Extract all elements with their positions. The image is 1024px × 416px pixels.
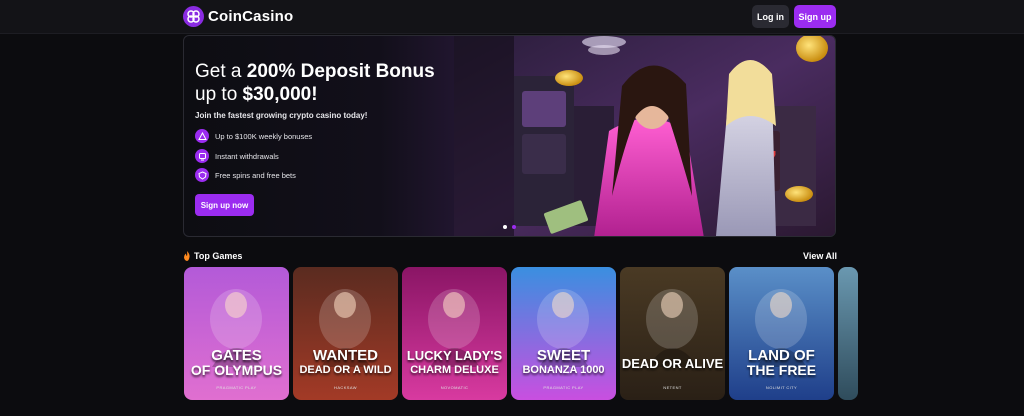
brand-logo[interactable]: CoinCasino (183, 6, 293, 27)
top-games-heading: Top Games (183, 251, 242, 261)
game-subtitle: BONANZA 1000 (522, 364, 605, 376)
game-card[interactable]: GATES OF OLYMPUS PRAGMATIC PLAY (184, 267, 289, 400)
game-provider: NETENT (663, 385, 682, 390)
feature-item: Free spins and free bets (195, 168, 296, 182)
withdraw-icon (195, 149, 209, 163)
game-provider: PRAGMATIC PLAY (216, 385, 257, 390)
shield-icon (195, 168, 209, 182)
carousel-indicators (503, 225, 516, 229)
hero-title-amount: $30,000! (242, 84, 318, 105)
game-subtitle: OF OLYMPUS (190, 362, 283, 378)
game-artwork (755, 289, 807, 367)
game-subtitle: DEAD OR A WILD (299, 364, 392, 376)
game-provider: NOVOMATIC (440, 385, 469, 390)
game-card-partial[interactable] (838, 267, 858, 400)
view-all-link[interactable]: View All (803, 251, 837, 261)
game-provider: HACKSAW (334, 385, 357, 390)
game-artwork (537, 289, 589, 367)
signup-button[interactable]: Sign up (794, 5, 836, 28)
fire-icon (184, 251, 190, 261)
coin-logo-icon (183, 6, 204, 27)
game-card[interactable]: WANTED DEAD OR A WILD HACKSAW (293, 267, 398, 400)
hero-illustration: 7 (454, 36, 835, 236)
game-artwork (646, 289, 698, 367)
game-subtitle: CHARM DELUXE (410, 364, 499, 376)
game-title: DEAD OR ALIVE (621, 356, 724, 371)
game-artwork (210, 289, 262, 367)
signup-now-button[interactable]: Sign up now (195, 194, 254, 216)
feature-text: Up to $100K weekly bonuses (215, 131, 313, 141)
game-card[interactable]: SWEET BONANZA 1000 PRAGMATIC PLAY (511, 267, 616, 400)
game-artwork (319, 289, 371, 367)
top-games-title: Top Games (194, 251, 243, 261)
hero-subtitle: Join the fastest growing crypto casino t… (195, 111, 368, 120)
login-button[interactable]: Log in (752, 5, 789, 28)
feature-text: Instant withdrawals (215, 151, 279, 161)
hero-title-bonus: 200% Deposit Bonus (246, 61, 435, 82)
game-provider: PRAGMATIC PLAY (543, 385, 584, 390)
brand-name: CoinCasino (208, 8, 294, 25)
game-card[interactable]: LUCKY LADY'S CHARM DELUXE NOVOMATIC (402, 267, 507, 400)
hero-banner[interactable]: 7 Get a 200% Deposit Bonus up to $30,000… (183, 35, 836, 237)
game-card[interactable]: LAND OF THE FREE NOLIMIT CITY (729, 267, 834, 400)
game-title: LUCKY LADY'S (406, 348, 503, 363)
game-title: SWEET (536, 347, 591, 364)
hero-title-prefix: Get a (195, 61, 247, 82)
carousel-dot[interactable] (512, 225, 516, 229)
top-navbar: CoinCasino Log in Sign up (0, 0, 1024, 34)
game-title: GATES (211, 347, 262, 364)
game-artwork (428, 289, 480, 367)
game-card[interactable]: DEAD OR ALIVE NETENT (620, 267, 725, 400)
game-provider: NOLIMIT CITY (765, 385, 798, 390)
hero-title: Get a 200% Deposit Bonus up to $30,000! (195, 60, 435, 106)
game-title: LAND OF (748, 347, 815, 364)
bonus-icon (195, 129, 209, 143)
feature-item: Instant withdrawals (195, 149, 279, 163)
feature-text: Free spins and free bets (215, 170, 296, 180)
game-subtitle: THE FREE (746, 362, 817, 378)
carousel-dot-active[interactable] (503, 225, 507, 229)
feature-item: Up to $100K weekly bonuses (195, 129, 312, 143)
game-title: WANTED (313, 347, 378, 364)
hero-title-line2-prefix: up to (195, 84, 243, 105)
